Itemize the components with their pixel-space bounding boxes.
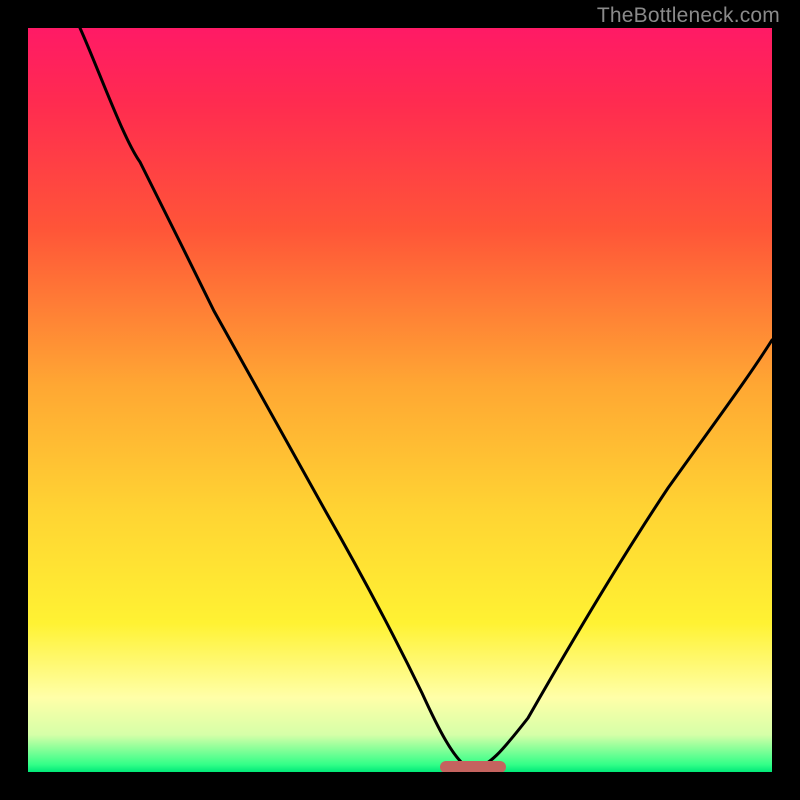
bottleneck-curve (80, 28, 772, 769)
chart-frame: TheBottleneck.com (0, 0, 800, 800)
bottleneck-curve-svg (28, 28, 772, 772)
optimal-marker (440, 761, 506, 772)
plot-area (28, 28, 772, 772)
watermark-text: TheBottleneck.com (597, 4, 780, 28)
